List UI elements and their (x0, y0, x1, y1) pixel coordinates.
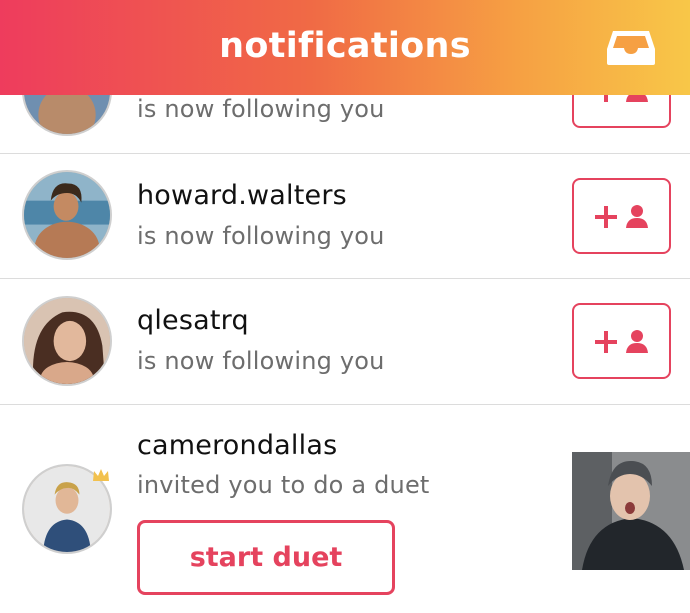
app-header: notifications (0, 0, 690, 95)
username[interactable]: camerondallas (137, 430, 337, 461)
video-thumbnail-image (572, 452, 690, 570)
avatar-image (24, 172, 110, 258)
avatar-image (24, 298, 110, 384)
avatar[interactable] (22, 170, 112, 260)
notification-text: is now following you (137, 347, 385, 375)
divider (0, 153, 690, 154)
avatar[interactable] (22, 296, 112, 386)
divider (0, 404, 690, 405)
username[interactable]: howard.walters (137, 180, 347, 211)
follow-back-icon (595, 330, 648, 353)
notification-text: invited you to do a duet (137, 471, 430, 499)
inbox-button[interactable] (606, 27, 656, 67)
start-duet-button[interactable]: start duet (137, 520, 395, 595)
notification-text: is now following you (137, 222, 385, 250)
follow-back-icon (595, 205, 648, 228)
inbox-tray-icon (607, 31, 655, 65)
follow-back-button[interactable] (572, 178, 671, 254)
follow-back-button[interactable] (572, 303, 671, 379)
crown-icon (93, 469, 109, 481)
video-thumbnail[interactable] (572, 452, 690, 570)
divider (0, 278, 690, 279)
notification-text: is now following you (137, 95, 385, 123)
username[interactable]: qlesatrq (137, 305, 249, 336)
page-title: notifications (219, 26, 471, 66)
